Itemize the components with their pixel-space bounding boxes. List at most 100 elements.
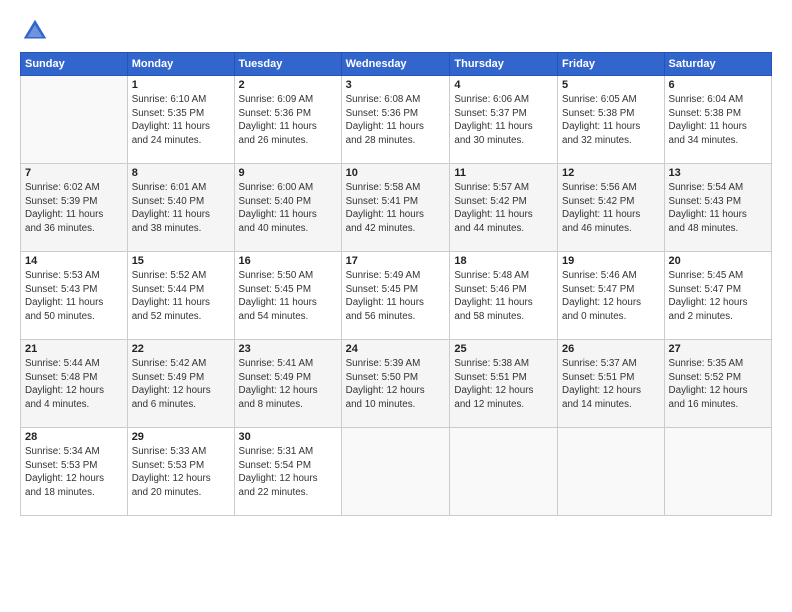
calendar-cell bbox=[341, 428, 450, 516]
day-info: Sunrise: 6:09 AMSunset: 5:36 PMDaylight:… bbox=[239, 93, 337, 148]
day-info: Sunrise: 6:06 AMSunset: 5:37 PMDaylight:… bbox=[454, 93, 553, 148]
calendar-cell: 25 Sunrise: 5:38 AMSunset: 5:51 PMDayligh… bbox=[450, 340, 558, 428]
day-number: 6 bbox=[669, 79, 767, 91]
day-info: Sunrise: 6:10 AMSunset: 5:35 PMDaylight:… bbox=[132, 93, 230, 148]
day-info: Sunrise: 5:54 AMSunset: 5:43 PMDaylight:… bbox=[669, 181, 767, 236]
calendar-cell bbox=[558, 428, 665, 516]
col-header-wednesday: Wednesday bbox=[341, 53, 450, 76]
day-info: Sunrise: 5:44 AMSunset: 5:48 PMDaylight:… bbox=[25, 357, 123, 412]
day-info: Sunrise: 5:31 AMSunset: 5:54 PMDaylight:… bbox=[239, 445, 337, 500]
calendar-cell: 22 Sunrise: 5:42 AMSunset: 5:49 PMDayligh… bbox=[127, 340, 234, 428]
day-info: Sunrise: 5:52 AMSunset: 5:44 PMDaylight:… bbox=[132, 269, 230, 324]
calendar-cell: 6 Sunrise: 6:04 AMSunset: 5:38 PMDaylight… bbox=[664, 76, 771, 164]
day-number: 23 bbox=[239, 343, 337, 355]
col-header-monday: Monday bbox=[127, 53, 234, 76]
calendar-cell: 27 Sunrise: 5:35 AMSunset: 5:52 PMDayligh… bbox=[664, 340, 771, 428]
day-number: 3 bbox=[346, 79, 446, 91]
day-number: 4 bbox=[454, 79, 553, 91]
calendar-cell: 1 Sunrise: 6:10 AMSunset: 5:35 PMDaylight… bbox=[127, 76, 234, 164]
day-number: 19 bbox=[562, 255, 660, 267]
col-header-sunday: Sunday bbox=[21, 53, 128, 76]
day-info: Sunrise: 5:46 AMSunset: 5:47 PMDaylight:… bbox=[562, 269, 660, 324]
day-info: Sunrise: 5:45 AMSunset: 5:47 PMDaylight:… bbox=[669, 269, 767, 324]
day-number: 16 bbox=[239, 255, 337, 267]
calendar-cell: 16Sunrise: 5:50 AMSunset: 5:45 PMDayligh… bbox=[234, 252, 341, 340]
day-info: Sunrise: 5:42 AMSunset: 5:49 PMDaylight:… bbox=[132, 357, 230, 412]
day-info: Sunrise: 5:56 AMSunset: 5:42 PMDaylight:… bbox=[562, 181, 660, 236]
calendar-week-row: 1 Sunrise: 6:10 AMSunset: 5:35 PMDaylight… bbox=[21, 76, 772, 164]
calendar-week-row: 21 Sunrise: 5:44 AMSunset: 5:48 PMDayligh… bbox=[21, 340, 772, 428]
calendar-cell: 18 Sunrise: 5:48 AMSunset: 5:46 PMDayligh… bbox=[450, 252, 558, 340]
day-info: Sunrise: 5:38 AMSunset: 5:51 PMDaylight:… bbox=[454, 357, 553, 412]
day-number: 10 bbox=[346, 167, 446, 179]
calendar-table: SundayMondayTuesdayWednesdayThursdayFrid… bbox=[20, 52, 772, 516]
day-number: 8 bbox=[132, 167, 230, 179]
calendar-header-row: SundayMondayTuesdayWednesdayThursdayFrid… bbox=[21, 53, 772, 76]
day-number: 20 bbox=[669, 255, 767, 267]
calendar-week-row: 14 Sunrise: 5:53 AMSunset: 5:43 PMDayligh… bbox=[21, 252, 772, 340]
day-number: 2 bbox=[239, 79, 337, 91]
calendar-cell: 21 Sunrise: 5:44 AMSunset: 5:48 PMDayligh… bbox=[21, 340, 128, 428]
day-number: 11 bbox=[454, 167, 553, 179]
logo bbox=[20, 16, 54, 46]
calendar-cell: 19 Sunrise: 5:46 AMSunset: 5:47 PMDayligh… bbox=[558, 252, 665, 340]
calendar-cell: 17Sunrise: 5:49 AMSunset: 5:45 PMDayligh… bbox=[341, 252, 450, 340]
header bbox=[20, 16, 772, 46]
day-info: Sunrise: 5:41 AMSunset: 5:49 PMDaylight:… bbox=[239, 357, 337, 412]
col-header-friday: Friday bbox=[558, 53, 665, 76]
day-info: Sunrise: 5:39 AMSunset: 5:50 PMDaylight:… bbox=[346, 357, 446, 412]
day-info: Sunrise: 6:01 AMSunset: 5:40 PMDaylight:… bbox=[132, 181, 230, 236]
day-info: Sunrise: 5:35 AMSunset: 5:52 PMDaylight:… bbox=[669, 357, 767, 412]
day-number: 25 bbox=[454, 343, 553, 355]
calendar-cell bbox=[450, 428, 558, 516]
day-number: 17 bbox=[346, 255, 446, 267]
day-number: 5 bbox=[562, 79, 660, 91]
col-header-saturday: Saturday bbox=[664, 53, 771, 76]
page-container: SundayMondayTuesdayWednesdayThursdayFrid… bbox=[0, 0, 792, 612]
calendar-cell bbox=[664, 428, 771, 516]
calendar-cell: 2 Sunrise: 6:09 AMSunset: 5:36 PMDaylight… bbox=[234, 76, 341, 164]
calendar-cell: 26Sunrise: 5:37 AMSunset: 5:51 PMDayligh… bbox=[558, 340, 665, 428]
calendar-cell: 3Sunrise: 6:08 AMSunset: 5:36 PMDaylight… bbox=[341, 76, 450, 164]
calendar-cell: 5 Sunrise: 6:05 AMSunset: 5:38 PMDaylight… bbox=[558, 76, 665, 164]
day-number: 21 bbox=[25, 343, 123, 355]
day-number: 15 bbox=[132, 255, 230, 267]
calendar-cell: 28Sunrise: 5:34 AMSunset: 5:53 PMDayligh… bbox=[21, 428, 128, 516]
day-info: Sunrise: 5:48 AMSunset: 5:46 PMDaylight:… bbox=[454, 269, 553, 324]
day-number: 1 bbox=[132, 79, 230, 91]
calendar-cell: 30 Sunrise: 5:31 AMSunset: 5:54 PMDayligh… bbox=[234, 428, 341, 516]
day-info: Sunrise: 5:57 AMSunset: 5:42 PMDaylight:… bbox=[454, 181, 553, 236]
day-number: 18 bbox=[454, 255, 553, 267]
day-info: Sunrise: 6:02 AMSunset: 5:39 PMDaylight:… bbox=[25, 181, 123, 236]
calendar-cell: 14 Sunrise: 5:53 AMSunset: 5:43 PMDayligh… bbox=[21, 252, 128, 340]
day-info: Sunrise: 6:00 AMSunset: 5:40 PMDaylight:… bbox=[239, 181, 337, 236]
day-number: 9 bbox=[239, 167, 337, 179]
calendar-cell: 20 Sunrise: 5:45 AMSunset: 5:47 PMDayligh… bbox=[664, 252, 771, 340]
day-info: Sunrise: 5:33 AMSunset: 5:53 PMDaylight:… bbox=[132, 445, 230, 500]
logo-icon bbox=[20, 16, 50, 46]
day-number: 13 bbox=[669, 167, 767, 179]
day-info: Sunrise: 5:34 AMSunset: 5:53 PMDaylight:… bbox=[25, 445, 123, 500]
day-info: Sunrise: 6:05 AMSunset: 5:38 PMDaylight:… bbox=[562, 93, 660, 148]
calendar-cell: 15 Sunrise: 5:52 AMSunset: 5:44 PMDayligh… bbox=[127, 252, 234, 340]
day-number: 14 bbox=[25, 255, 123, 267]
calendar-cell: 9 Sunrise: 6:00 AMSunset: 5:40 PMDaylight… bbox=[234, 164, 341, 252]
day-number: 22 bbox=[132, 343, 230, 355]
day-info: Sunrise: 6:04 AMSunset: 5:38 PMDaylight:… bbox=[669, 93, 767, 148]
day-number: 27 bbox=[669, 343, 767, 355]
day-info: Sunrise: 5:53 AMSunset: 5:43 PMDaylight:… bbox=[25, 269, 123, 324]
calendar-week-row: 28Sunrise: 5:34 AMSunset: 5:53 PMDayligh… bbox=[21, 428, 772, 516]
calendar-cell: 24 Sunrise: 5:39 AMSunset: 5:50 PMDayligh… bbox=[341, 340, 450, 428]
calendar-cell: 13 Sunrise: 5:54 AMSunset: 5:43 PMDayligh… bbox=[664, 164, 771, 252]
day-number: 24 bbox=[346, 343, 446, 355]
day-number: 7 bbox=[25, 167, 123, 179]
calendar-cell: 12Sunrise: 5:56 AMSunset: 5:42 PMDayligh… bbox=[558, 164, 665, 252]
calendar-cell: 11 Sunrise: 5:57 AMSunset: 5:42 PMDayligh… bbox=[450, 164, 558, 252]
day-info: Sunrise: 5:58 AMSunset: 5:41 PMDaylight:… bbox=[346, 181, 446, 236]
calendar-cell bbox=[21, 76, 128, 164]
day-number: 30 bbox=[239, 431, 337, 443]
calendar-cell: 4 Sunrise: 6:06 AMSunset: 5:37 PMDaylight… bbox=[450, 76, 558, 164]
col-header-thursday: Thursday bbox=[450, 53, 558, 76]
col-header-tuesday: Tuesday bbox=[234, 53, 341, 76]
day-number: 26 bbox=[562, 343, 660, 355]
